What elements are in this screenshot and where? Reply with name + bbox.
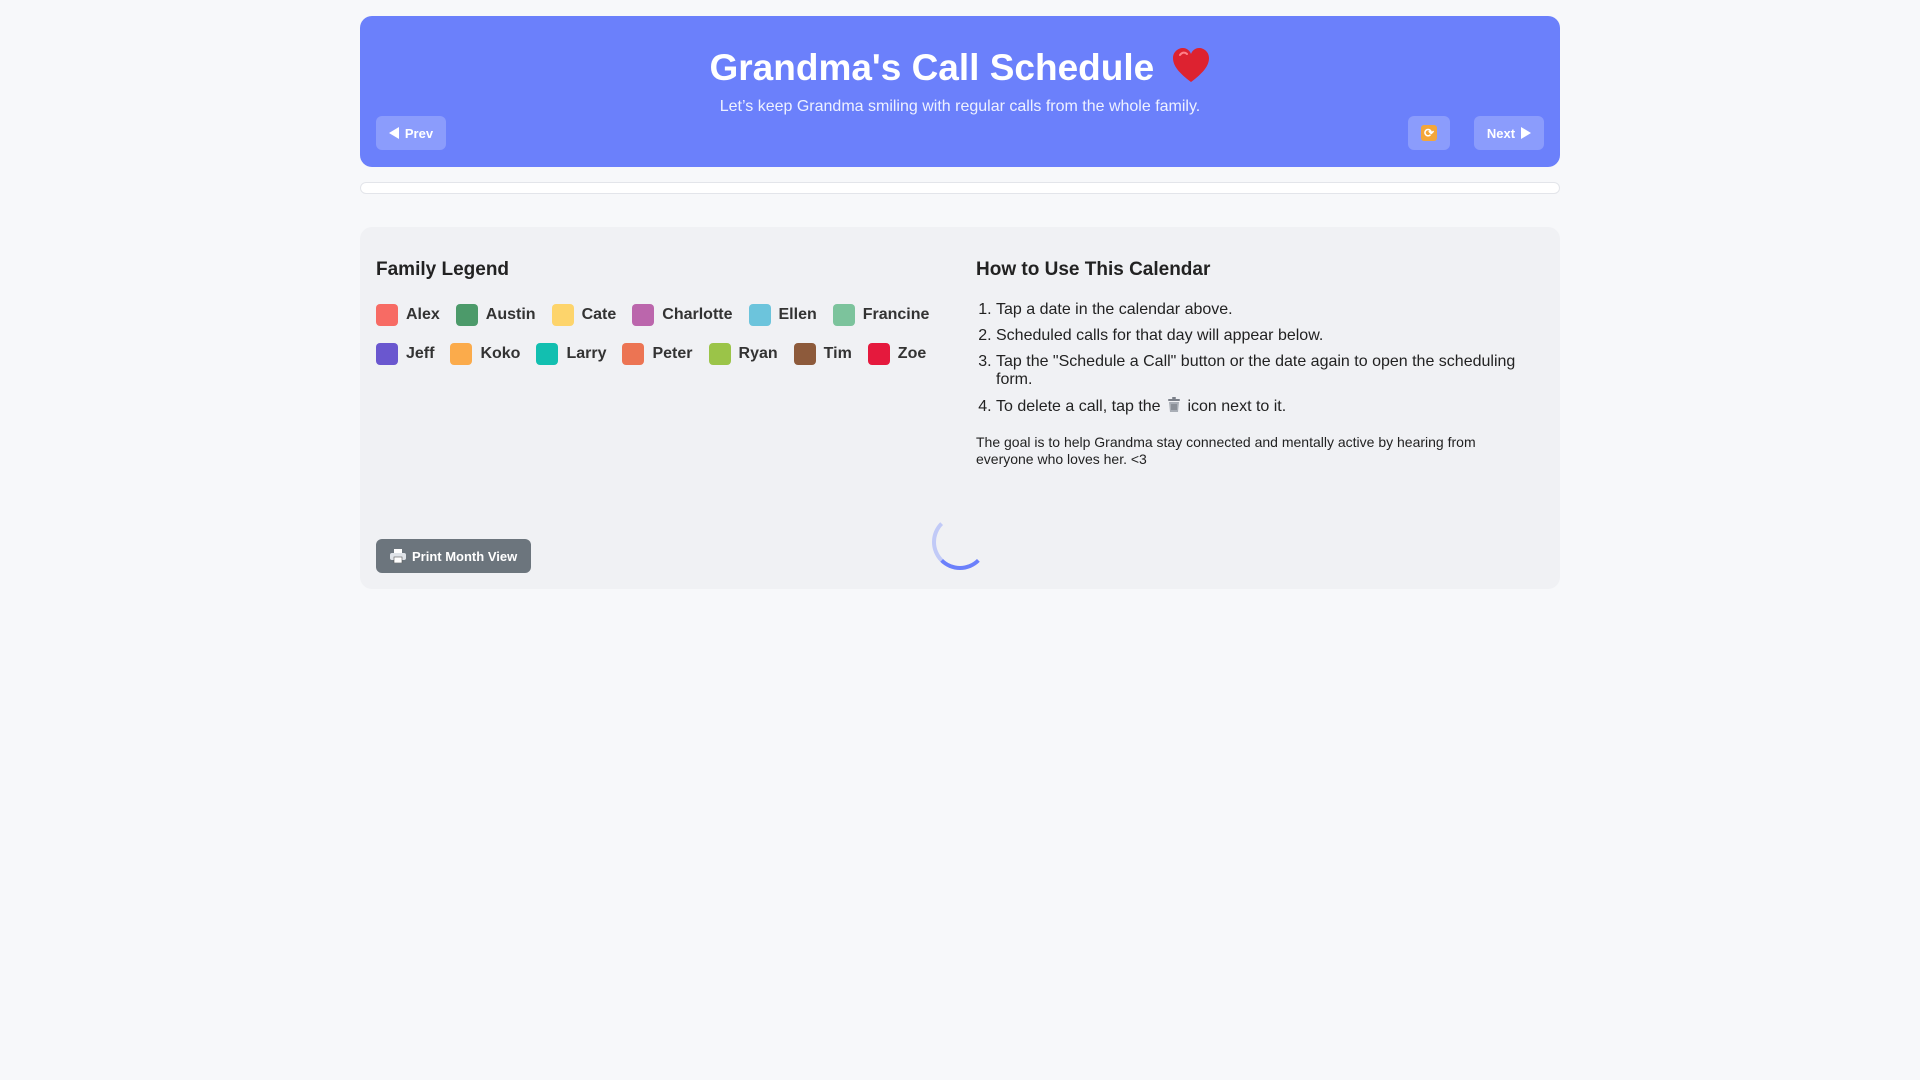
legend-title: Family Legend — [376, 259, 510, 280]
printer-icon — [390, 549, 406, 563]
trash-icon — [1168, 397, 1181, 412]
howto-step: Scheduled calls for that day will appear… — [996, 327, 1536, 345]
legend-swatch — [832, 304, 855, 326]
legend-name: Koko — [480, 345, 521, 362]
legend-name: Jeff — [406, 345, 435, 362]
next-label: Next — [1486, 125, 1516, 141]
legend-swatch — [708, 343, 731, 365]
heart-icon — [1172, 48, 1209, 82]
legend-swatch — [632, 304, 655, 326]
legend-swatch — [450, 343, 473, 365]
howto-step: To delete a call, tap the icon next to i… — [996, 397, 1536, 416]
refresh-icon: ⟳ — [1421, 125, 1437, 141]
legend-swatch — [551, 304, 574, 326]
caret-left-icon — [388, 127, 399, 139]
legend-item: Ryan — [708, 342, 778, 366]
legend-name: Ellen — [778, 306, 817, 323]
legend-name: Tim — [823, 345, 852, 362]
howto-steps: Tap a date in the calendar above. Schedu… — [976, 301, 1536, 424]
refresh-button[interactable]: ⟳ — [1408, 116, 1450, 150]
page-subtitle: Let’s keep Grandma smiling with regular … — [719, 98, 1201, 115]
legend-item: Zoe — [867, 342, 927, 366]
howto-step: Tap a date in the calendar above. — [996, 301, 1536, 319]
legend-swatch — [536, 343, 559, 365]
goal-text: The goal is to help Grandma stay connect… — [976, 434, 1476, 467]
legend-item: Koko — [450, 342, 520, 366]
print-month-button[interactable]: Print Month View — [376, 539, 532, 573]
page-title-text: Grandma's Call Schedule — [709, 47, 1155, 88]
prev-label: Prev — [404, 125, 434, 141]
legend-swatch — [376, 343, 398, 365]
legend-item: Larry — [536, 342, 606, 366]
next-month-button[interactable]: Next — [1474, 116, 1544, 150]
page-title: Grandma's Call Schedule — [360, 46, 1560, 90]
caret-right-icon — [1521, 127, 1532, 139]
legend-item: Austin — [455, 303, 536, 327]
step4-suffix: icon next to it. — [1187, 398, 1287, 415]
legend-name: Larry — [566, 345, 607, 362]
legend-swatch — [376, 304, 398, 326]
legend-name: Zoe — [897, 345, 927, 362]
legend-swatch — [455, 304, 478, 326]
family-legend: Alex Austin Cate Charlotte Ellen Francine Jeff… — [376, 303, 946, 366]
legend-name: Ryan — [738, 345, 778, 362]
legend-item: Jeff — [376, 342, 434, 366]
legend-item: Charlotte — [632, 303, 733, 327]
step4-prefix: To delete a call, tap the — [996, 398, 1161, 415]
legend-item: Ellen — [748, 303, 817, 327]
print-label: Print Month View — [412, 548, 518, 564]
legend-item: Francine — [832, 303, 930, 327]
legend-name: Alex — [406, 306, 440, 323]
header: Grandma's Call Schedule Let’s keep Grand… — [360, 16, 1560, 167]
legend-name: Austin — [485, 306, 536, 323]
howto-step: Tap the "Schedule a Call" button or the … — [996, 353, 1536, 389]
legend-swatch — [793, 343, 816, 365]
legend-swatch — [748, 304, 771, 326]
legend-item: Cate — [551, 303, 617, 327]
legend-swatch — [622, 343, 645, 365]
info-panel: Family Legend Alex Austin Cate Charlotte Ell… — [360, 227, 1560, 589]
legend-swatch — [867, 343, 890, 365]
legend-name: Charlotte — [662, 306, 733, 323]
howto-title: How to Use This Calendar — [976, 259, 1211, 280]
legend-item: Peter — [622, 342, 693, 366]
legend-name: Cate — [581, 306, 617, 323]
legend-name: Peter — [652, 345, 693, 362]
legend-item: Alex — [376, 303, 440, 327]
loading-spinner — [932, 514, 988, 570]
legend-name: Francine — [862, 306, 930, 323]
progress-bar — [360, 182, 1560, 194]
legend-item: Tim — [793, 342, 852, 366]
prev-month-button[interactable]: Prev — [376, 116, 446, 150]
